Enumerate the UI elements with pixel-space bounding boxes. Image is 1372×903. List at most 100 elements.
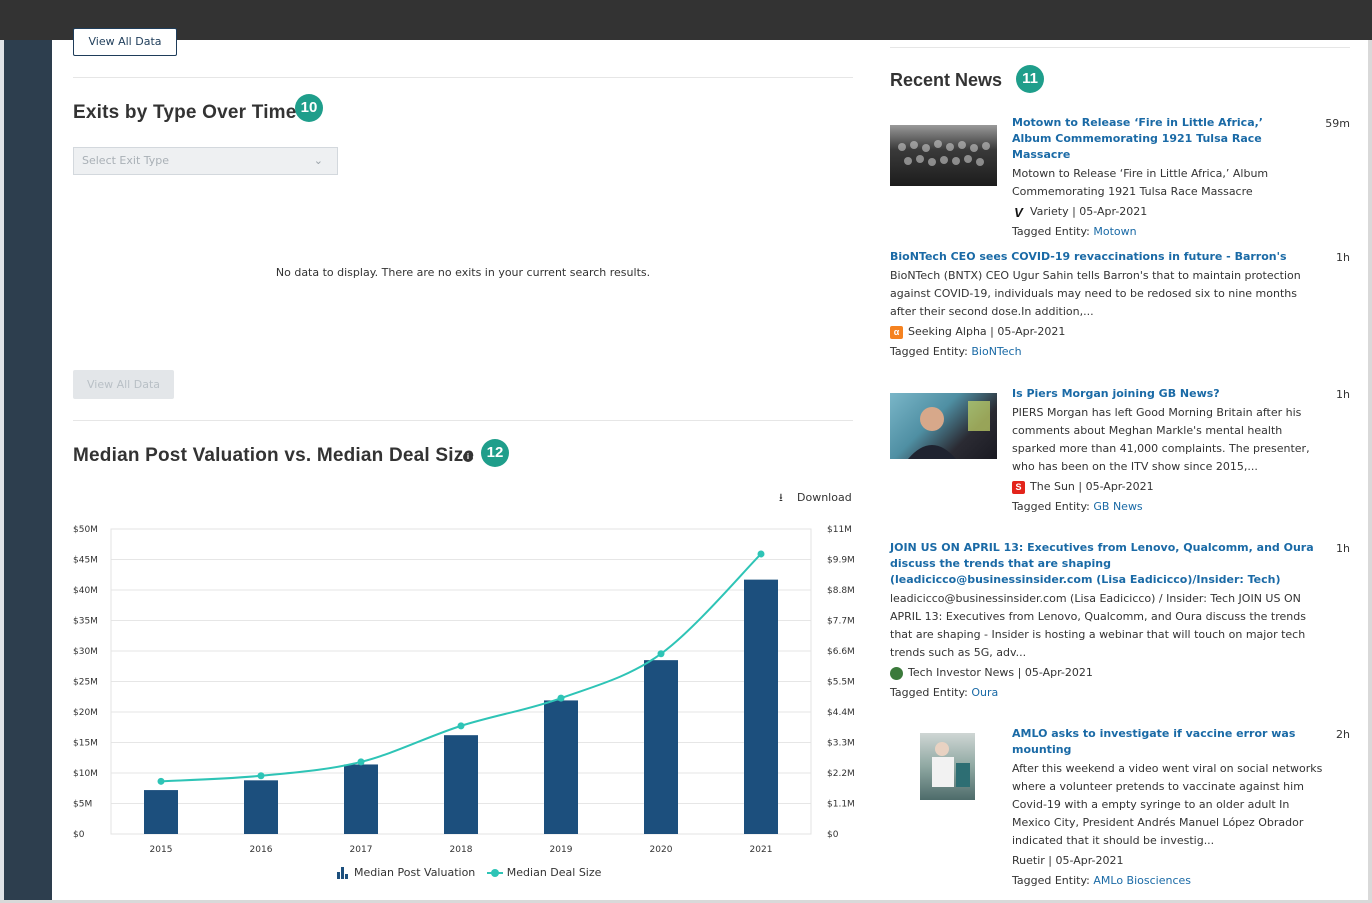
news-summary: Motown to Release ‘Fire in Little Africa… [1012,167,1269,198]
x-axis-tick-label: 2016 [250,845,273,855]
tagged-entity-link[interactable]: Oura [971,686,998,699]
window-right-edge [1368,40,1372,903]
divider [73,420,853,421]
news-item: AMLO asks to investigate if vaccine erro… [1012,726,1350,890]
tech-investor-news-logo-icon [890,666,903,680]
tagged-entity-link[interactable]: GB News [1093,500,1142,513]
news-summary: leadicicco@businessinsider.com (Lisa Ead… [890,592,1306,659]
tag-label: Tagged Entity: [890,345,972,358]
info-icon[interactable]: i [463,452,473,462]
line-point [257,772,265,780]
news-summary: After this weekend a video went viral on… [1012,762,1323,847]
bar-mark [444,735,478,834]
news-source-label: Ruetir | 05-Apr-2021 [1012,854,1124,867]
divider [890,47,1350,48]
exit-type-select-placeholder: Select Exit Type [82,154,170,167]
left-axis-tick-label: $50M [73,525,98,535]
news-time: 1h [1336,542,1350,555]
right-axis-tick-label: $4.4M [827,708,855,718]
exits-section-title: Exits by Type Over Time [73,102,297,123]
news-time: 2h [1336,728,1350,741]
view-all-data-button-top[interactable]: View All Data [73,28,177,56]
download-icon: ⭳ [779,491,783,504]
tag-label: Tagged Entity: [1012,500,1094,513]
left-axis-tick-label: $0 [73,830,85,840]
news-source: Ruetir | 05-Apr-2021 [1012,852,1350,870]
line-point [157,777,165,785]
valuation-section-title: Median Post Valuation vs. Median Deal Si… [73,445,475,466]
vaccine-photo-icon [932,742,970,787]
news-source-label: Seeking Alpha | 05-Apr-2021 [908,325,1066,338]
right-axis-tick-label: $6.6M [827,647,855,657]
left-axis-tick-label: $5M [73,800,92,810]
right-axis-tick-label: $5.5M [827,678,855,688]
news-time: 1h [1336,251,1350,264]
news-tagged-entity: Tagged Entity: BioNTech [890,343,1350,361]
exit-type-select[interactable]: Select Exit Type ⌄ [73,147,338,175]
line-point [757,550,765,558]
bar-mark [644,660,678,834]
tag-label: Tagged Entity: [890,686,972,699]
x-axis-tick-label: 2015 [150,845,173,855]
news-thumbnail-image[interactable] [920,733,975,800]
legend-label: Median Deal Size [506,866,602,879]
news-headline-link[interactable]: Motown to Release ‘Fire in Little Africa… [1012,115,1282,163]
news-thumbnail-image[interactable] [890,125,997,186]
right-axis-tick-label: $3.3M [827,739,855,749]
bar-mark [344,764,378,834]
tagged-entity-link[interactable]: AMLo Biosciences [1093,874,1191,887]
tagged-entity-link[interactable]: Motown [1093,225,1136,238]
left-axis-tick-label: $10M [73,769,98,779]
news-tagged-entity: Tagged Entity: AMLo Biosciences [1012,872,1350,890]
news-item: JOIN US ON APRIL 13: Executives from Len… [890,540,1350,702]
step-badge-11: 11 [1016,65,1044,93]
news-time: 1h [1336,388,1350,401]
news-summary: BioNTech (BNTX) CEO Ugur Sahin tells Bar… [890,269,1301,318]
left-axis-tick-label: $35M [73,617,98,627]
view-all-data-button-disabled[interactable]: View All Data [73,370,174,399]
left-axis-tick-label: $45M [73,556,98,566]
right-axis-tick-label: $9.9M [827,556,855,566]
x-axis-tick-label: 2019 [550,845,573,855]
news-tagged-entity: Tagged Entity: Motown [1012,223,1350,241]
news-item: Motown to Release ‘Fire in Little Africa… [1012,115,1350,241]
tagged-entity-link[interactable]: BioNTech [971,345,1021,358]
line-marker-icon [486,867,503,879]
news-tagged-entity: Tagged Entity: GB News [1012,498,1350,516]
news-thumbnail-image[interactable] [890,393,997,459]
variety-logo-icon: V [1014,204,1023,220]
seeking-alpha-logo-icon: α [890,325,903,339]
download-label: Download [797,491,852,504]
news-source-label: Variety | 05-Apr-2021 [1030,205,1148,218]
news-headline-link[interactable]: Is Piers Morgan joining GB News? [1012,386,1282,402]
news-time: 59m [1325,117,1350,130]
right-axis-tick-label: $2.2M [827,769,855,779]
line-point [657,650,665,658]
news-tagged-entity: Tagged Entity: Oura [890,684,1350,702]
legend-item-line[interactable]: Median Deal Size [486,866,602,879]
x-axis-tick-label: 2021 [750,845,773,855]
bar-mark [144,790,178,834]
recent-news-title: Recent News [890,70,1003,90]
news-headline-link[interactable]: BioNTech CEO sees COVID-19 revaccination… [890,249,1290,265]
right-axis-tick-label: $8.8M [827,586,855,596]
news-source: Tech Investor News | 05-Apr-2021 [890,664,1350,682]
left-axis-tick-label: $40M [73,586,98,596]
news-source: S The Sun | 05-Apr-2021 [1012,478,1350,496]
news-headline-link[interactable]: AMLO asks to investigate if vaccine erro… [1012,726,1322,758]
bar-mark [544,700,578,834]
news-headline-link[interactable]: JOIN US ON APRIL 13: Executives from Len… [890,540,1315,588]
legend-item-bar[interactable]: Median Post Valuation [337,866,475,879]
tag-label: Tagged Entity: [1012,874,1094,887]
person-photo-icon [908,401,990,459]
left-axis-tick-label: $25M [73,678,98,688]
chevron-down-icon: ⌄ [313,154,323,167]
chart-legend: Median Post Valuation Median Deal Size [337,866,609,882]
right-axis-tick-label: $7.7M [827,617,855,627]
news-item: BioNTech CEO sees COVID-19 revaccination… [890,249,1350,361]
step-badge-10: 10 [295,94,323,122]
step-badge-12: 12 [481,439,509,467]
news-item: Is Piers Morgan joining GB News? 1h PIER… [1012,386,1350,516]
download-button[interactable]: ⭳ Download [779,489,852,508]
left-axis-tick-label: $20M [73,708,98,718]
